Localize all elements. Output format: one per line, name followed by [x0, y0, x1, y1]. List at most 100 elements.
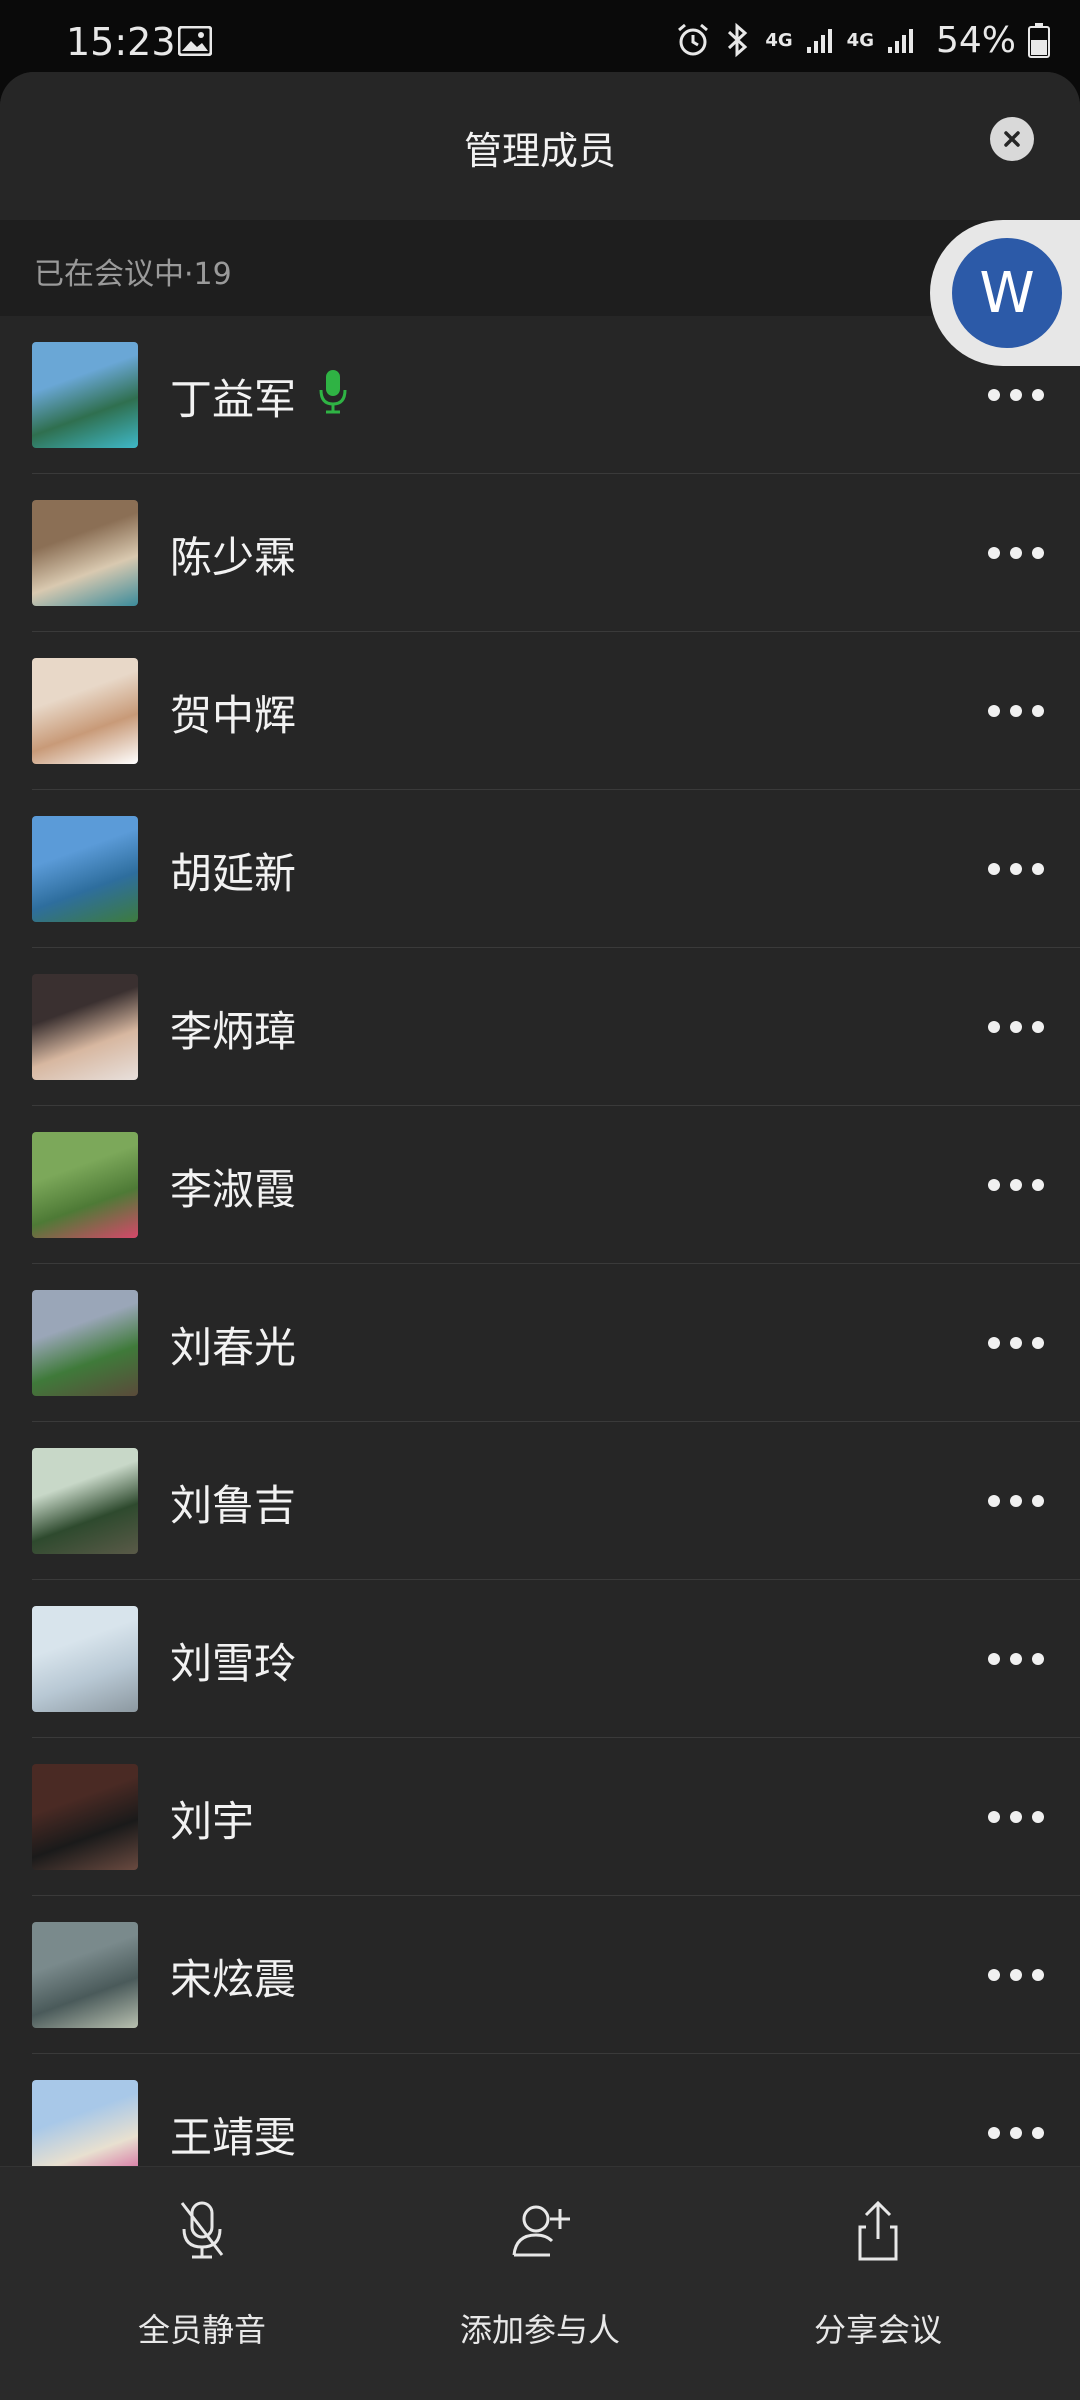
- manage-members-sheet: 管理成员 已在会议中·19 丁益军陈少霖贺中辉胡延新李炳璋李淑霞刘春光刘鲁吉刘雪…: [0, 72, 1080, 2400]
- member-name: 李淑霞: [170, 1165, 297, 1214]
- more-dot-icon: [1010, 863, 1022, 875]
- battery-percent: 54%: [935, 19, 1016, 61]
- sheet-header: 管理成员: [0, 72, 1080, 220]
- floating-self-video[interactable]: W: [930, 220, 1080, 366]
- status-bar: 15:23 4G 4G 54%: [0, 0, 1080, 76]
- close-icon: [1004, 131, 1020, 147]
- member-name: 刘雪玲: [170, 1639, 297, 1688]
- signal-icon-1: [806, 29, 832, 53]
- more-dot-icon: [1032, 2127, 1044, 2139]
- more-dot-icon: [1010, 547, 1022, 559]
- member-row[interactable]: 刘春光: [0, 1264, 1080, 1422]
- more-dot-icon: [1032, 705, 1044, 717]
- member-avatar: [32, 500, 138, 606]
- member-avatar: [32, 1606, 138, 1712]
- member-list: 丁益军陈少霖贺中辉胡延新李炳璋李淑霞刘春光刘鲁吉刘雪玲刘宇 宋炫震王靖雯: [0, 316, 1080, 2212]
- add-person-icon: [512, 2205, 570, 2257]
- bluetooth-icon: [728, 22, 748, 58]
- more-dot-icon: [988, 389, 1000, 401]
- member-avatar: [32, 342, 138, 448]
- more-dot-icon: [1032, 1021, 1044, 1033]
- member-name: 李炳璋: [170, 1007, 297, 1056]
- signal-icon-2: [887, 29, 913, 53]
- more-options-button[interactable]: [988, 2122, 1044, 2144]
- more-dot-icon: [1010, 705, 1022, 717]
- more-dot-icon: [1010, 389, 1022, 401]
- member-name: 丁益军: [170, 375, 297, 424]
- more-options-button[interactable]: [988, 384, 1044, 406]
- more-options-button[interactable]: [988, 1648, 1044, 1670]
- more-options-button[interactable]: [988, 1806, 1044, 1828]
- avatar: W: [952, 238, 1062, 348]
- mic-off-icon: [180, 2201, 224, 2259]
- more-dot-icon: [1010, 1021, 1022, 1033]
- share-meeting-button[interactable]: 分享会议: [728, 2167, 1028, 2400]
- avatar-letter: W: [979, 260, 1035, 326]
- member-avatar: [32, 816, 138, 922]
- member-row[interactable]: 刘雪玲: [0, 1580, 1080, 1738]
- member-avatar: [32, 1764, 138, 1870]
- more-dot-icon: [1032, 1337, 1044, 1349]
- member-avatar: [32, 1922, 138, 2028]
- member-name: 王靖雯: [170, 2113, 297, 2162]
- more-options-button[interactable]: [988, 1174, 1044, 1196]
- member-row[interactable]: 贺中辉: [0, 632, 1080, 790]
- more-dot-icon: [1032, 1653, 1044, 1665]
- member-row[interactable]: 刘宇: [0, 1738, 1080, 1896]
- more-dot-icon: [1032, 389, 1044, 401]
- battery-icon: [1028, 23, 1050, 58]
- alarm-icon: [678, 23, 709, 56]
- more-options-button[interactable]: [988, 1332, 1044, 1354]
- more-dot-icon: [1010, 1969, 1022, 1981]
- member-row[interactable]: 李淑霞: [0, 1106, 1080, 1264]
- more-dot-icon: [1032, 1495, 1044, 1507]
- section-header: 已在会议中·19: [0, 220, 1080, 316]
- more-dot-icon: [988, 1811, 1000, 1823]
- member-avatar: [32, 1290, 138, 1396]
- member-row[interactable]: 宋炫震: [0, 1896, 1080, 2054]
- more-dot-icon: [1032, 1811, 1044, 1823]
- more-dot-icon: [1010, 1179, 1022, 1191]
- more-dot-icon: [988, 2127, 1000, 2139]
- more-dot-icon: [1032, 1179, 1044, 1191]
- member-row[interactable]: 胡延新: [0, 790, 1080, 948]
- more-dot-icon: [988, 547, 1000, 559]
- mic-active-icon: [319, 370, 347, 414]
- more-options-button[interactable]: [988, 1964, 1044, 1986]
- member-row[interactable]: 李炳璋: [0, 948, 1080, 1106]
- more-dot-icon: [988, 1969, 1000, 1981]
- more-dot-icon: [1010, 1811, 1022, 1823]
- mute-all-button[interactable]: 全员静音: [52, 2167, 352, 2400]
- more-dot-icon: [988, 863, 1000, 875]
- more-dot-icon: [988, 1179, 1000, 1191]
- add-participant-label: 添加参与人: [459, 2311, 620, 2349]
- more-dot-icon: [1032, 547, 1044, 559]
- member-avatar: [32, 1448, 138, 1554]
- network-label-2: 4G: [846, 29, 874, 51]
- share-meeting-label: 分享会议: [813, 2311, 942, 2349]
- member-row[interactable]: 刘鲁吉: [0, 1422, 1080, 1580]
- more-dot-icon: [988, 1021, 1000, 1033]
- participant-count-label: 已在会议中·19: [34, 257, 232, 292]
- add-participant-button[interactable]: 添加参与人: [390, 2167, 690, 2400]
- close-button[interactable]: [990, 117, 1034, 161]
- bottom-action-bar: 全员静音 添加参与人 分享会议: [0, 2166, 1080, 2400]
- member-name: 陈少霖: [170, 533, 297, 582]
- member-name: 胡延新: [170, 849, 297, 898]
- member-row[interactable]: 陈少霖: [0, 474, 1080, 632]
- more-options-button[interactable]: [988, 700, 1044, 722]
- member-row[interactable]: 丁益军: [0, 316, 1080, 474]
- member-avatar: [32, 974, 138, 1080]
- more-dot-icon: [1032, 863, 1044, 875]
- page-title: 管理成员: [463, 129, 616, 173]
- more-options-button[interactable]: [988, 1490, 1044, 1512]
- more-dot-icon: [1010, 1495, 1022, 1507]
- more-options-button[interactable]: [988, 1016, 1044, 1038]
- more-dot-icon: [988, 705, 1000, 717]
- member-name: 刘春光: [170, 1323, 297, 1372]
- more-options-button[interactable]: [988, 542, 1044, 564]
- more-options-button[interactable]: [988, 858, 1044, 880]
- more-dot-icon: [988, 1337, 1000, 1349]
- member-name: 刘鲁吉: [170, 1481, 297, 1530]
- more-dot-icon: [1032, 1969, 1044, 1981]
